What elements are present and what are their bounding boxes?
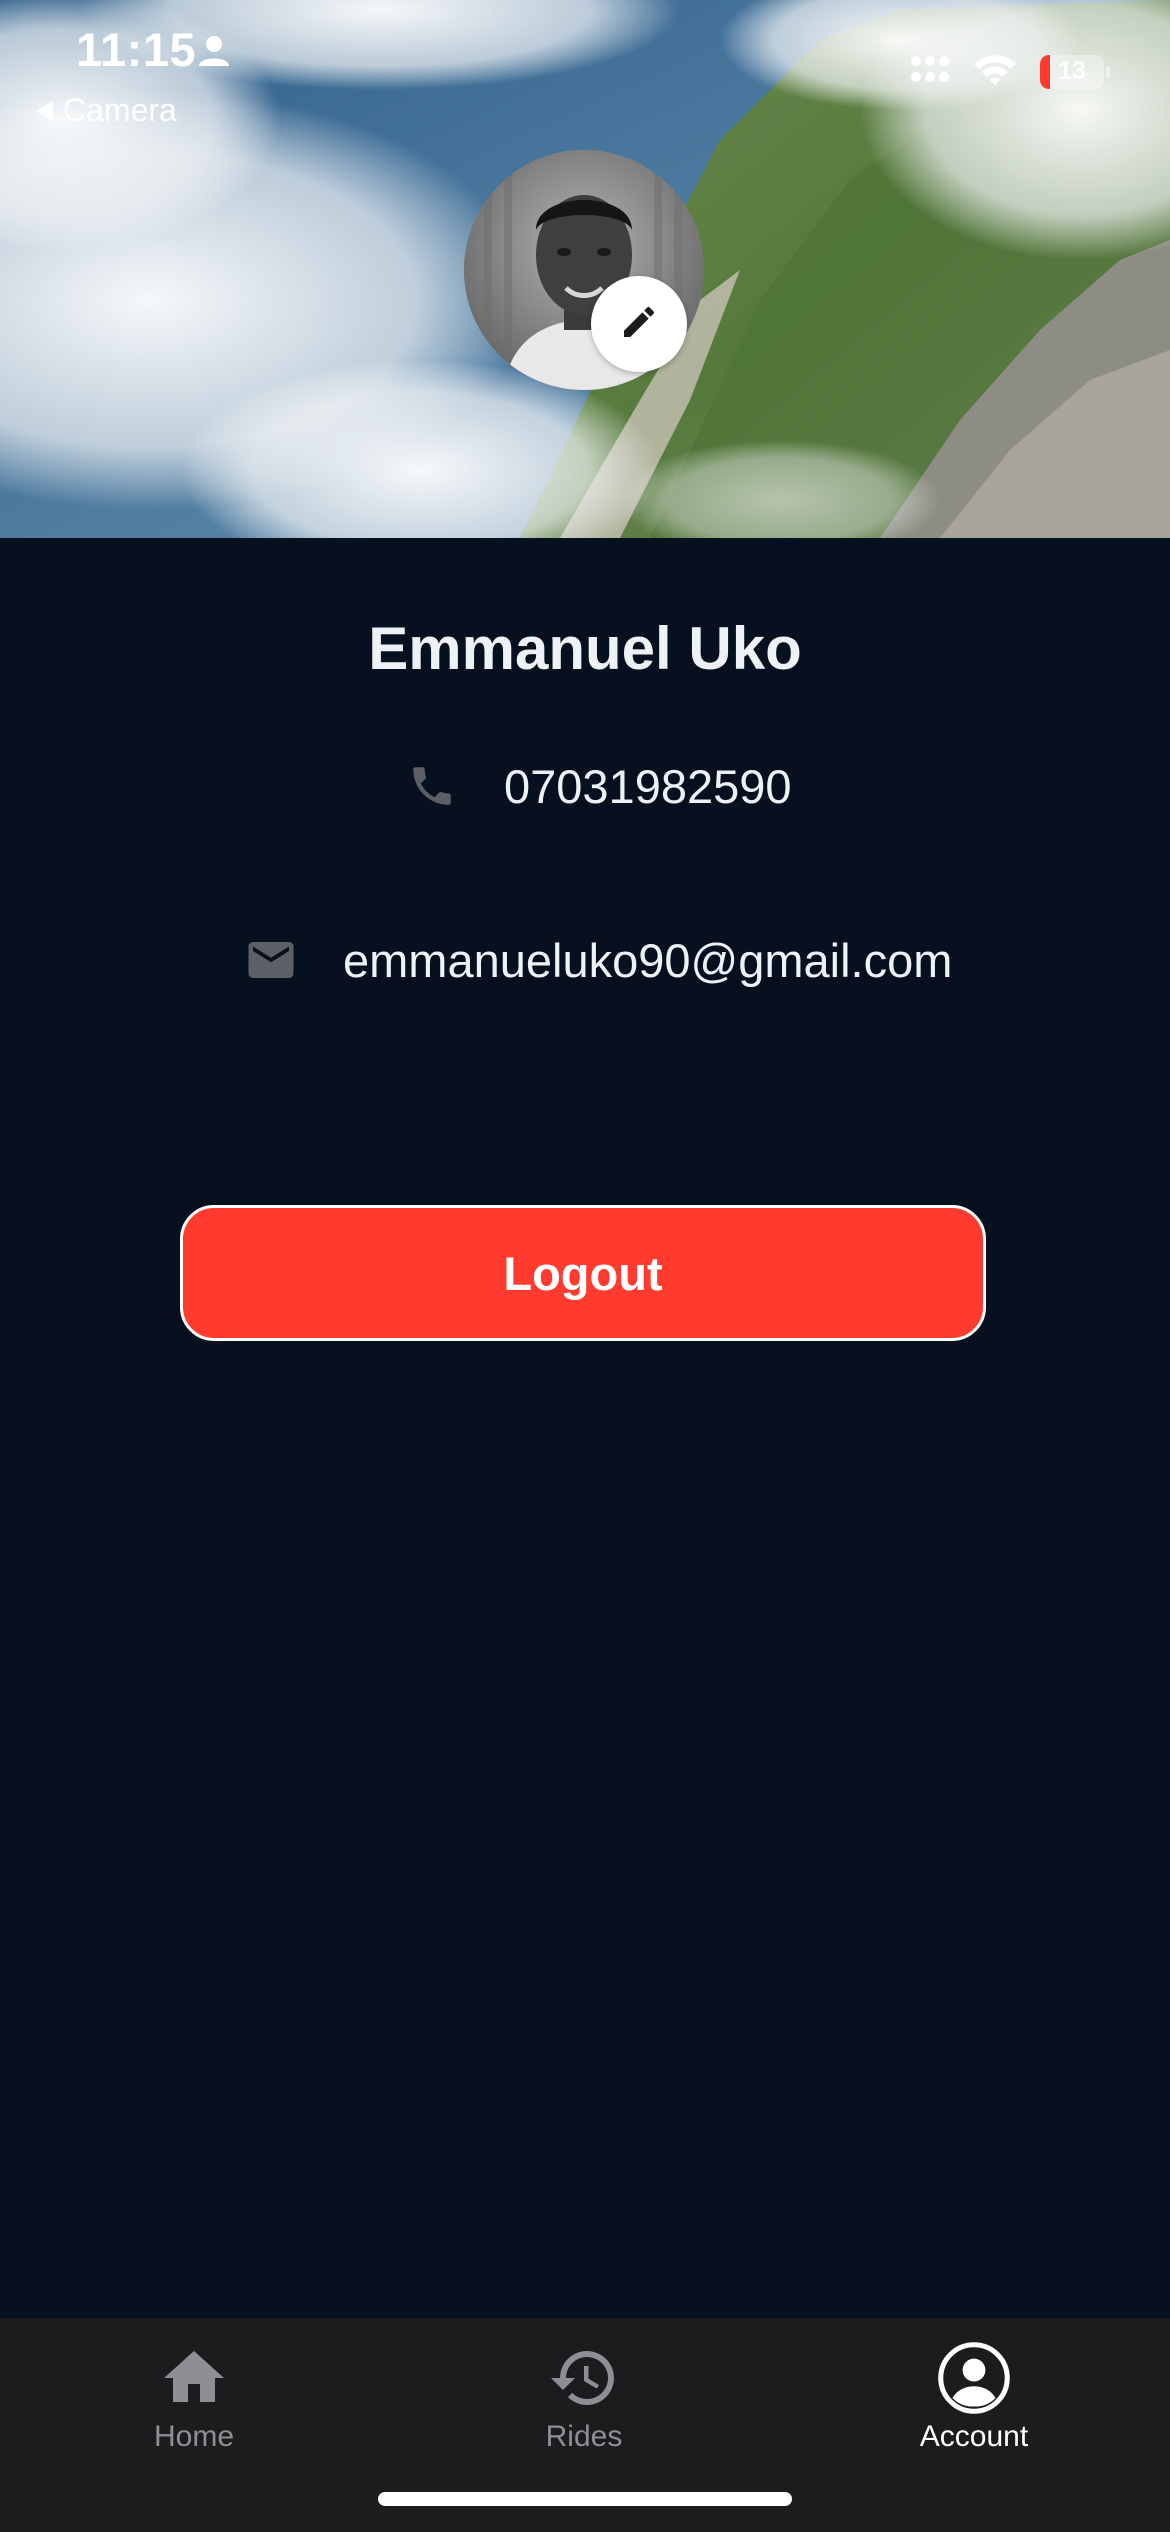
battery-tip [1106,65,1110,78]
tab-rides[interactable]: Rides [454,2340,714,2454]
back-label: Camera [63,92,177,128]
email-row: emmanueluko90@gmail.com [243,932,952,988]
home-icon [156,2340,232,2416]
wifi-icon [972,52,1018,91]
logout-button[interactable]: Logout [180,1205,986,1341]
phone-row: 07031982590 [404,758,792,814]
tab-account[interactable]: Account [844,2340,1104,2454]
mail-icon [243,932,299,988]
battery-level: 13 [1058,57,1086,85]
status-indicators: 13 [910,52,1110,91]
home-indicator [378,2492,792,2506]
status-time: 11:15 [76,23,197,76]
email-address: emmanueluko90@gmail.com [343,933,953,987]
pencil-icon [619,302,659,347]
tab-home-label: Home [153,2420,235,2453]
person-icon [197,34,231,73]
history-icon [546,2340,622,2416]
tab-home[interactable]: Home [64,2340,324,2454]
battery-icon: 13 [1040,54,1104,89]
back-caret-icon [36,100,53,121]
back-to-camera-link[interactable]: Camera [36,92,177,129]
tab-rides-label: Rides [545,2420,623,2453]
profile-name: Emmanuel Uko [368,615,802,682]
phone-number: 07031982590 [504,759,792,813]
cellular-icon [910,54,950,89]
edit-avatar-button[interactable] [591,276,687,372]
phone-icon [404,758,460,814]
tab-account-label: Account [919,2420,1029,2453]
account-circle-icon [936,2340,1012,2416]
battery-fill [1040,54,1050,89]
